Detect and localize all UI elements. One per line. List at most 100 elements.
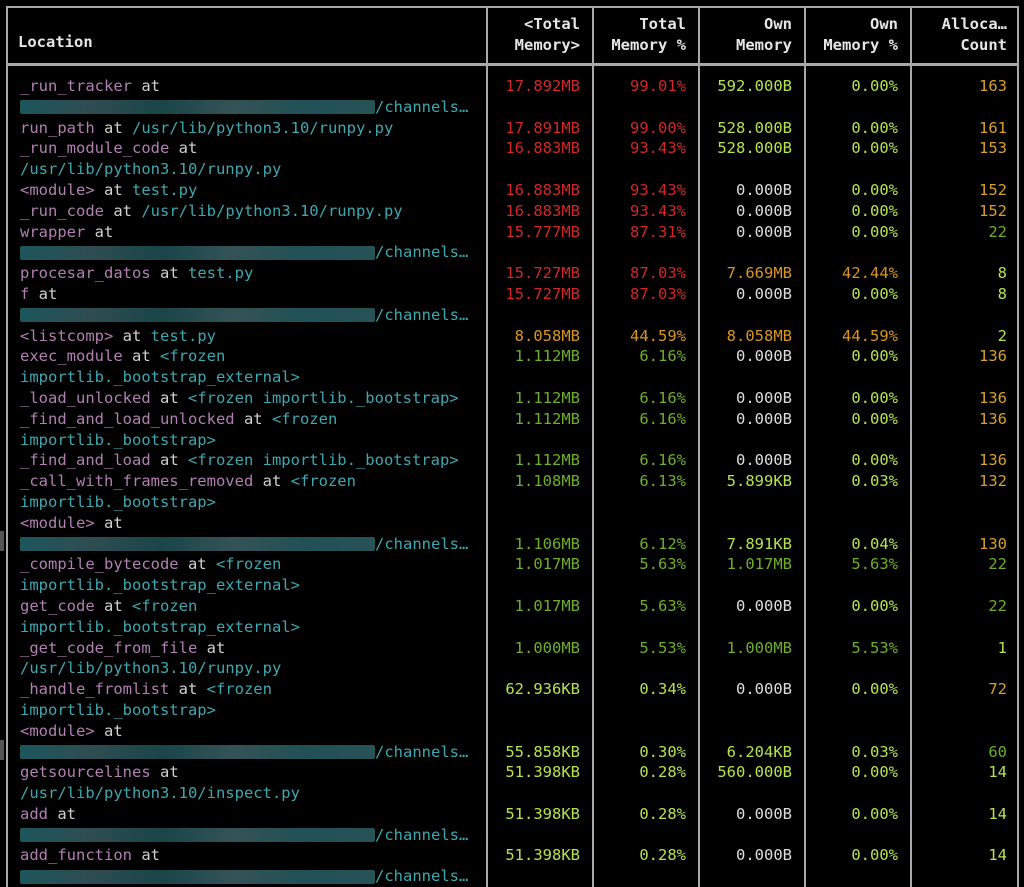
total-memory-pct-cell: 6.16%	[639, 451, 686, 470]
file-path: /usr/lib/python3.10/runpy.py	[131, 118, 394, 137]
own-memory-pct-cell: 0.00%	[851, 139, 898, 158]
file-path: test.py	[150, 326, 216, 345]
own-memory-pct-cell: 0.00%	[851, 347, 898, 366]
table-row[interactable]: _run_tracker at/channels… 17.892MB 99.01% 5…	[6, 76, 1019, 118]
allocation-count-cell: 136	[979, 347, 1007, 366]
total-memory-pct-cell: 93.43%	[630, 180, 686, 199]
at-label: at	[169, 680, 207, 699]
total-memory-cell: 1.017MB	[514, 596, 580, 615]
table-row[interactable]: exec_module at <frozen importlib._bootstr…	[6, 346, 1019, 388]
table-row[interactable]: run_path at /usr/lib/python3.10/runpy.py…	[6, 118, 1019, 139]
own-memory-cell: 528.000B	[717, 139, 792, 158]
function-name: _find_and_load	[20, 451, 151, 470]
function-name: _run_module_code	[20, 139, 170, 158]
function-name: add	[20, 804, 48, 823]
total-memory-cell: 16.883MB	[505, 201, 580, 220]
table-row[interactable]: procesar_datos at test.py 15.727MB 87.03% 7…	[6, 263, 1019, 284]
header-total-memory-pct[interactable]: Total Memory %	[592, 6, 698, 63]
table-row[interactable]: _get_code_from_file at/usr/lib/python3.1…	[6, 638, 1019, 680]
table-row[interactable]: <listcomp> at test.py 8.058MB 44.59% 8.058M…	[6, 326, 1019, 347]
file-path: importlib._bootstrap_external>	[20, 368, 300, 387]
allocation-count-cell: 161	[979, 118, 1007, 137]
table-row[interactable]: f at/channels… 15.727MB 87.03% 0.000B 0.00% 8	[6, 284, 1019, 326]
table-row[interactable]: getsourcelines at/usr/lib/python3.10/ins…	[6, 762, 1019, 804]
function-name: _call_with_frames_removed	[20, 472, 254, 491]
total-memory-pct-cell: 0.28%	[639, 846, 686, 865]
table-row[interactable]: _find_and_load_unlocked at <frozen import…	[6, 409, 1019, 451]
at-label: at	[150, 763, 179, 782]
table-row[interactable]: add at/channels… 51.398KB 0.28% 0.000B 0.00%…	[6, 804, 1019, 846]
at-label: at	[94, 596, 132, 615]
file-path: /channels…	[375, 867, 469, 886]
own-memory-cell: 592.000B	[717, 77, 792, 95]
table-row[interactable]: _compile_bytecode at <frozen importlib._b…	[6, 554, 1019, 596]
location-cell: _load_unlocked at <frozen importlib._boo…	[6, 388, 486, 409]
own-memory-cell: 0.000B	[736, 804, 792, 823]
file-path: /usr/lib/python3.10/runpy.py	[20, 160, 282, 179]
header-own-memory[interactable]: Own Memory	[698, 6, 804, 63]
header-own-memory-pct[interactable]: Own Memory %	[804, 6, 910, 63]
at-label: at	[150, 451, 188, 470]
total-memory-cell: 15.727MB	[505, 284, 580, 303]
allocation-count-cell: 60	[988, 742, 1007, 761]
at-label: at	[104, 201, 142, 220]
total-memory-cell: 1.112MB	[514, 347, 580, 366]
table-row[interactable]: _find_and_load at <frozen importlib._boo…	[6, 450, 1019, 471]
own-memory-cell: 0.000B	[736, 180, 792, 199]
own-memory-pct-cell: 0.00%	[851, 284, 898, 303]
allocation-count-cell: 130	[979, 534, 1007, 553]
total-memory-cell: 1.000MB	[514, 638, 580, 657]
table-row[interactable]: _run_module_code at/usr/lib/python3.10/r…	[6, 138, 1019, 180]
table-row[interactable]: add_function at/channels… 51.398KB 0.28% 0.…	[6, 845, 1019, 887]
total-memory-pct-cell: 93.43%	[630, 201, 686, 220]
header-total-memory[interactable]: <Total Memory>	[486, 6, 592, 63]
table-row[interactable]: get_code at <frozen importlib._bootstrap_…	[6, 596, 1019, 638]
redacted-path	[20, 308, 375, 323]
table-row[interactable]: <module> at/channels… 55.858KB 0.30% 6.204K…	[6, 721, 1019, 763]
own-memory-pct-cell: 0.00%	[851, 222, 898, 241]
header-location[interactable]: Location	[6, 6, 486, 63]
total-memory-cell: 62.936KB	[505, 680, 580, 699]
table-row[interactable]: <module> at test.py 16.883MB 93.43% 0.000B 0…	[6, 180, 1019, 201]
function-name: exec_module	[20, 347, 123, 366]
own-memory-pct-cell: 0.00%	[851, 180, 898, 199]
own-memory-pct-cell: 5.53%	[851, 638, 898, 657]
table-body[interactable]: _run_tracker at/channels… 17.892MB 99.01% 5…	[6, 76, 1019, 887]
table-row[interactable]: _load_unlocked at <frozen importlib._boo…	[6, 388, 1019, 409]
redacted-path	[20, 745, 375, 759]
function-name: <module>	[20, 513, 95, 532]
own-memory-pct-cell: 0.03%	[851, 472, 898, 491]
table-row[interactable]: <module> at/channels… 1.106MB 6.12% 7.891KB…	[6, 513, 1019, 555]
own-memory-pct-cell: 0.00%	[851, 201, 898, 220]
header-allocation-count[interactable]: Alloca… Count	[910, 6, 1019, 63]
table-row[interactable]: _call_with_frames_removed at <frozen impo…	[6, 471, 1019, 513]
own-memory-cell: 0.000B	[736, 201, 792, 220]
function-name: getsourcelines	[20, 763, 151, 782]
total-memory-pct-cell: 5.63%	[639, 596, 686, 615]
total-memory-cell: 17.892MB	[505, 77, 580, 95]
at-label: at	[113, 326, 151, 345]
table-row[interactable]: _run_code at /usr/lib/python3.10/runpy.p…	[6, 201, 1019, 222]
own-memory-pct-cell: 0.00%	[851, 846, 898, 865]
total-memory-cell: 16.883MB	[505, 139, 580, 158]
own-memory-cell: 0.000B	[736, 284, 792, 303]
own-memory-cell: 0.000B	[736, 451, 792, 470]
at-label: at	[94, 118, 132, 137]
total-memory-cell: 15.777MB	[505, 222, 580, 241]
function-name: <module>	[20, 721, 95, 740]
total-memory-pct-cell: 6.16%	[639, 409, 686, 428]
total-memory-cell: 1.112MB	[514, 388, 580, 407]
at-label: at	[94, 180, 132, 199]
table-row[interactable]: wrapper at/channels… 15.777MB 87.31% 0.000B…	[6, 222, 1019, 264]
table-row[interactable]: _handle_fromlist at <frozen importlib._bo…	[6, 679, 1019, 721]
file-path: /channels…	[375, 305, 469, 324]
location-cell: _run_module_code at/usr/lib/python3.10/r…	[6, 138, 486, 180]
at-label: at	[234, 409, 272, 428]
total-memory-cell: 1.017MB	[514, 555, 580, 574]
total-memory-pct-cell: 6.13%	[639, 472, 686, 491]
allocation-count-cell: 163	[979, 77, 1007, 95]
own-memory-pct-cell: 44.59%	[842, 326, 898, 345]
own-memory-pct-cell: 0.00%	[851, 804, 898, 823]
scroll-marker	[0, 740, 4, 760]
own-memory-pct-cell: 0.03%	[851, 742, 898, 761]
